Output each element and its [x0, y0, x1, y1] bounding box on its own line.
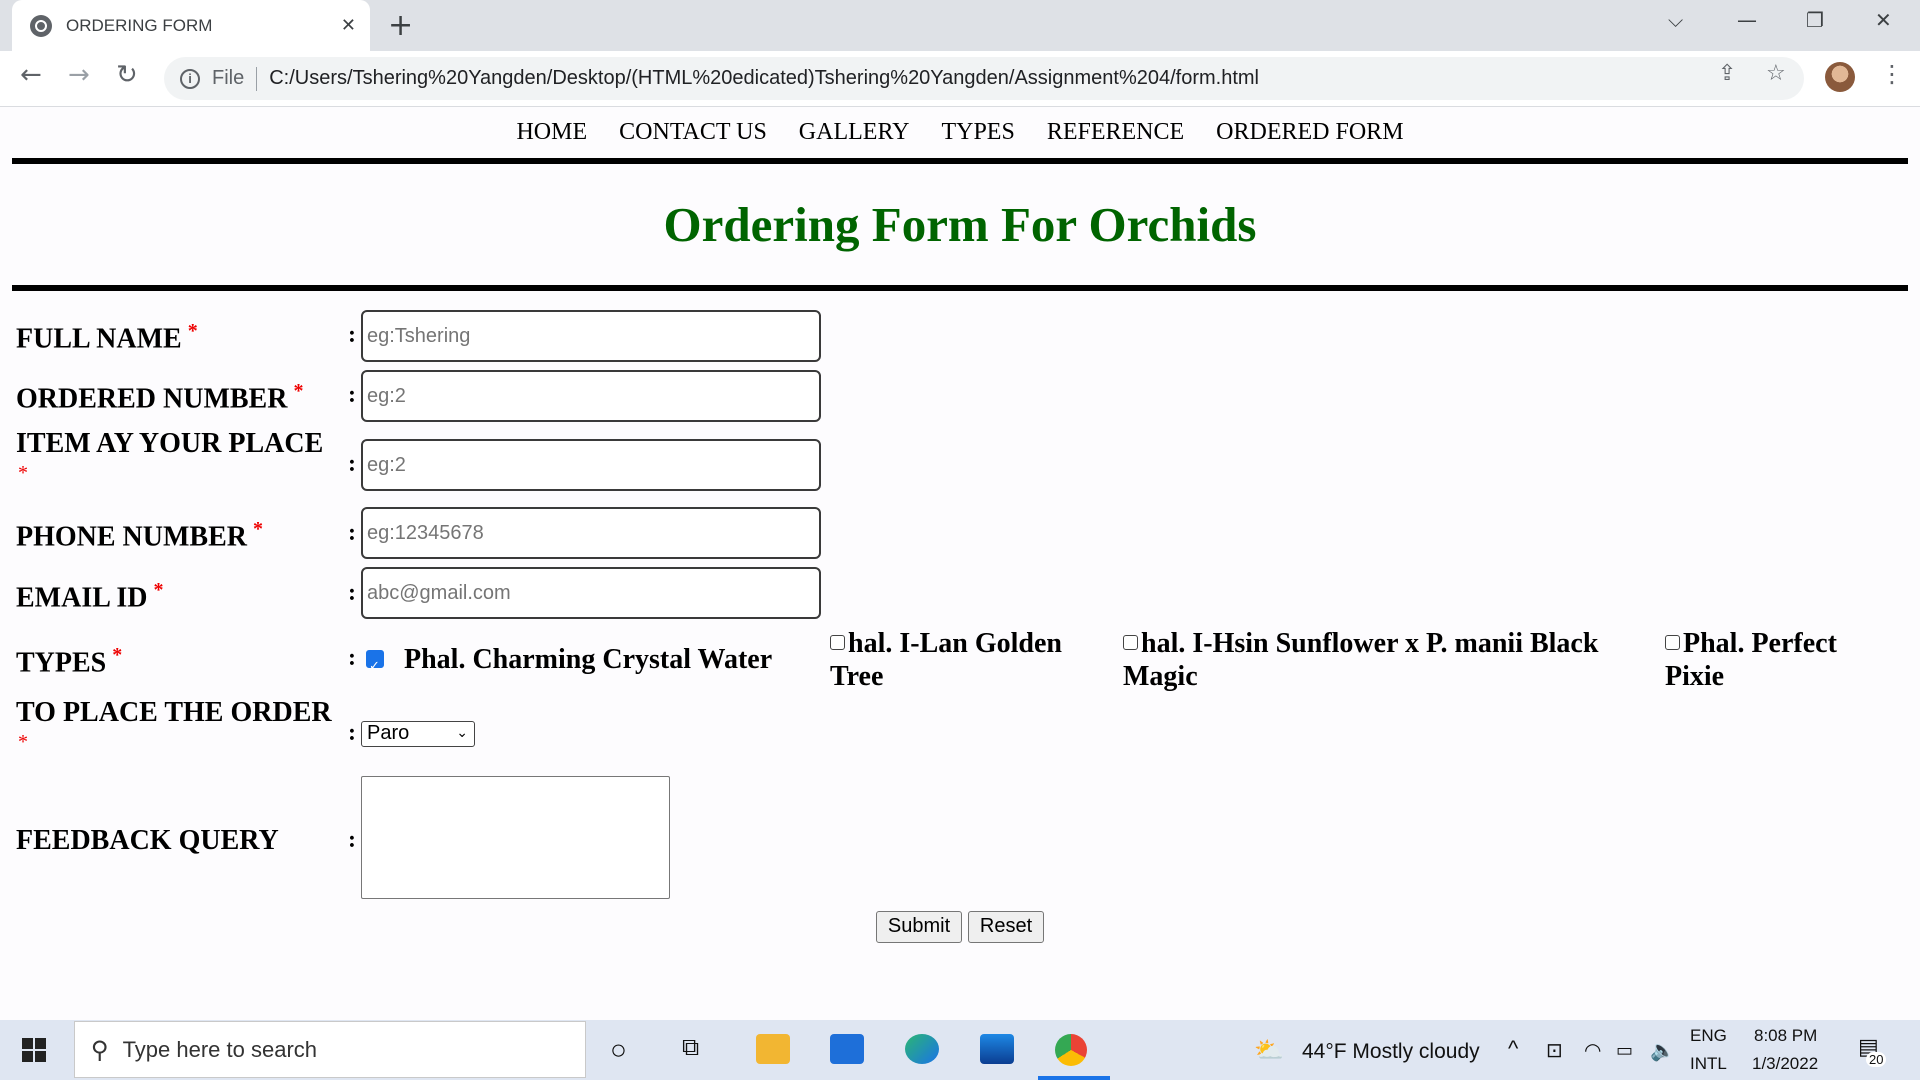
type-option-i-hsin-sunflower[interactable]: hal. I-Hsin Sunflower x P. manii Black M… [1123, 627, 1598, 693]
address-bar[interactable]: i File C:/Users/Tshering%20Yangden/Deskt… [164, 57, 1804, 100]
field-colon: : [348, 322, 356, 348]
heading-divider [12, 285, 1908, 291]
share-icon[interactable]: ⇪ [1718, 61, 1736, 86]
tray-expand-icon[interactable]: ^ [1508, 1036, 1518, 1062]
nav-reference[interactable]: REFERENCE [1031, 107, 1200, 155]
full-name-input[interactable] [361, 310, 821, 362]
item-at-place-input[interactable] [361, 439, 821, 491]
place-order-select[interactable]: Paro ⌄ [361, 721, 475, 747]
restore-icon[interactable]: ❐ [1806, 8, 1824, 32]
meet-now-icon[interactable]: ⊡ [1546, 1038, 1563, 1063]
battery-icon[interactable]: ▭ [1616, 1040, 1633, 1061]
place-order-label: TO PLACE THE ORDER [16, 697, 332, 728]
nav-gallery[interactable]: GALLERY [783, 107, 926, 155]
tab-search-chevron-icon[interactable]: ⌵ [1668, 8, 1683, 32]
mail-icon[interactable] [830, 1034, 864, 1064]
close-window-icon[interactable]: ✕ [1875, 8, 1892, 32]
ordered-number-label: ORDERED NUMBER * [16, 380, 304, 415]
nav-types[interactable]: TYPES [925, 107, 1030, 155]
checkbox[interactable] [1665, 635, 1680, 651]
type-option-i-lan-golden-tree[interactable]: hal. I-Lan Golden Tree [830, 627, 1062, 693]
weather-icon[interactable]: ⛅ [1254, 1036, 1284, 1065]
taskbar-search-box[interactable]: ⚲ Type here to search [74, 1021, 586, 1078]
phone-number-input[interactable] [361, 507, 821, 559]
volume-icon[interactable]: 🔈 [1650, 1038, 1675, 1063]
notification-count-badge: 20 [1866, 1052, 1887, 1067]
email-label: EMAIL ID * [16, 579, 164, 614]
required-marker: * [153, 579, 164, 601]
photos-icon[interactable] [980, 1034, 1014, 1064]
reload-icon[interactable]: ↻ [116, 60, 138, 90]
active-app-indicator [1038, 1076, 1110, 1080]
wifi-icon[interactable]: ◠ [1584, 1038, 1601, 1063]
reset-button[interactable]: Reset [968, 911, 1044, 943]
profile-avatar[interactable] [1825, 62, 1855, 92]
edge-icon[interactable] [905, 1034, 939, 1064]
clock-time[interactable]: 8:08 PM [1754, 1026, 1817, 1046]
required-marker: * [253, 518, 263, 540]
browser-menu-icon[interactable]: ⋮ [1880, 60, 1904, 88]
type-option-perfect-pixie[interactable]: Phal. Perfect Pixie [1665, 627, 1837, 693]
forward-arrow-icon[interactable]: → [68, 60, 90, 90]
checkbox[interactable] [1123, 635, 1138, 651]
task-view-icon[interactable]: ⧉ [682, 1034, 699, 1062]
phone-number-label: PHONE NUMBER * [16, 518, 263, 553]
windows-start-icon[interactable] [22, 1038, 46, 1062]
nav-home[interactable]: HOME [500, 107, 603, 155]
file-explorer-icon[interactable] [756, 1034, 790, 1064]
cortana-icon[interactable]: ○ [610, 1034, 627, 1066]
checked-checkbox[interactable] [366, 649, 384, 683]
globe-icon [30, 14, 52, 37]
required-marker: * [18, 731, 28, 753]
field-colon: : [348, 827, 356, 853]
address-divider [256, 66, 258, 91]
url-scheme-label: File [212, 67, 245, 89]
required-marker: * [187, 320, 198, 342]
type-option-charming-crystal-water[interactable]: Phal. Charming Crystal Water [366, 643, 772, 683]
nav-contact-us[interactable]: CONTACT US [603, 107, 783, 155]
language-top[interactable]: ENG [1690, 1026, 1727, 1046]
url-text[interactable]: C:/Users/Tshering%20Yangden/Desktop/(HTM… [269, 67, 1259, 90]
full-name-label: FULL NAME * [16, 320, 198, 355]
nav-ordered-form[interactable]: ORDERED FORM [1200, 107, 1419, 155]
feedback-label: FEEDBACK QUERY [16, 825, 279, 856]
search-icon: ⚲ [91, 1035, 109, 1064]
required-marker: * [112, 644, 123, 666]
field-colon: : [348, 580, 356, 606]
tab-title: ORDERING FORM [66, 15, 213, 35]
bookmark-star-icon[interactable]: ☆ [1766, 61, 1786, 86]
chrome-icon[interactable] [1055, 1034, 1087, 1066]
browser-tab-strip: ORDERING FORM ✕ + ⌵ — ❐ ✕ [0, 0, 1920, 51]
item-at-place-label: ITEM AY YOUR PLACE [16, 428, 324, 459]
site-nav: HOME CONTACT US GALLERY TYPES REFERENCE … [0, 107, 1920, 155]
weather-text[interactable]: 44°F Mostly cloudy [1302, 1040, 1480, 1064]
email-input[interactable] [361, 567, 821, 619]
ordered-number-input[interactable] [361, 370, 821, 422]
required-marker: * [293, 380, 304, 402]
close-tab-icon[interactable]: ✕ [341, 15, 356, 36]
field-colon: : [348, 645, 356, 671]
types-label: TYPES * [16, 644, 123, 679]
browser-tab[interactable]: ORDERING FORM ✕ [12, 0, 370, 51]
page-title: Ordering Form For Orchids [663, 197, 1257, 252]
minimize-icon[interactable]: — [1737, 8, 1757, 32]
checkbox[interactable] [830, 635, 845, 651]
browser-toolbar: ← → ↻ i File C:/Users/Tshering%20Yangden… [0, 51, 1920, 107]
field-colon: : [348, 520, 356, 546]
field-colon: : [348, 451, 356, 477]
required-marker: * [18, 462, 28, 484]
top-divider [12, 158, 1908, 164]
feedback-textarea[interactable] [361, 776, 670, 899]
field-colon: : [348, 720, 356, 746]
back-arrow-icon[interactable]: ← [20, 60, 42, 90]
chevron-down-icon: ⌄ [456, 725, 468, 741]
submit-button[interactable]: Submit [876, 911, 962, 943]
language-bottom[interactable]: INTL [1690, 1054, 1727, 1074]
field-colon: : [348, 382, 356, 408]
clock-date[interactable]: 1/3/2022 [1752, 1054, 1818, 1074]
new-tab-button[interactable]: + [388, 8, 413, 43]
info-icon[interactable]: i [180, 68, 200, 89]
